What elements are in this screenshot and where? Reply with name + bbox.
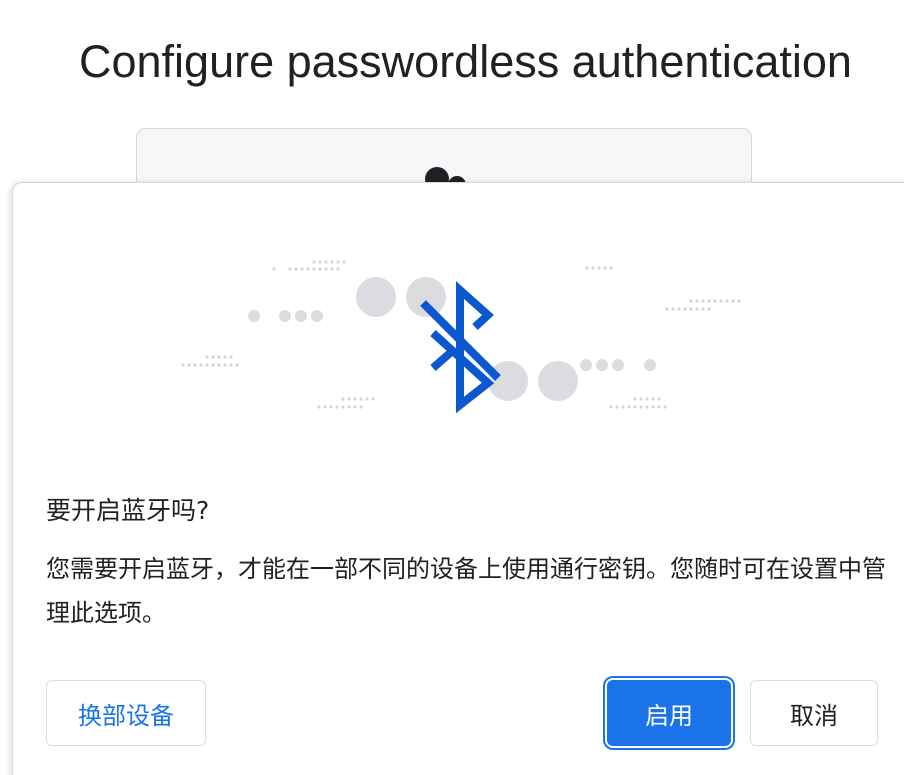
cancel-button[interactable]: 取消: [750, 680, 878, 746]
dialog-title: 要开启蓝牙吗?: [46, 496, 210, 525]
page: Configure passwordless authentication 要开…: [0, 0, 904, 775]
bluetooth-dialog: 要开启蓝牙吗? 您需要开启蓝牙，才能在一部不同的设备上使用通行密钥。您随时可在设…: [12, 182, 904, 775]
switch-device-button[interactable]: 换部设备: [46, 680, 206, 746]
enable-button[interactable]: 启用: [607, 680, 731, 746]
dialog-body: 您需要开启蓝牙，才能在一部不同的设备上使用通行密钥。您随时可在设置中管理此选项。: [46, 555, 886, 627]
page-title: Configure passwordless authentication: [79, 36, 852, 87]
bluetooth-illustration: [181, 260, 741, 414]
